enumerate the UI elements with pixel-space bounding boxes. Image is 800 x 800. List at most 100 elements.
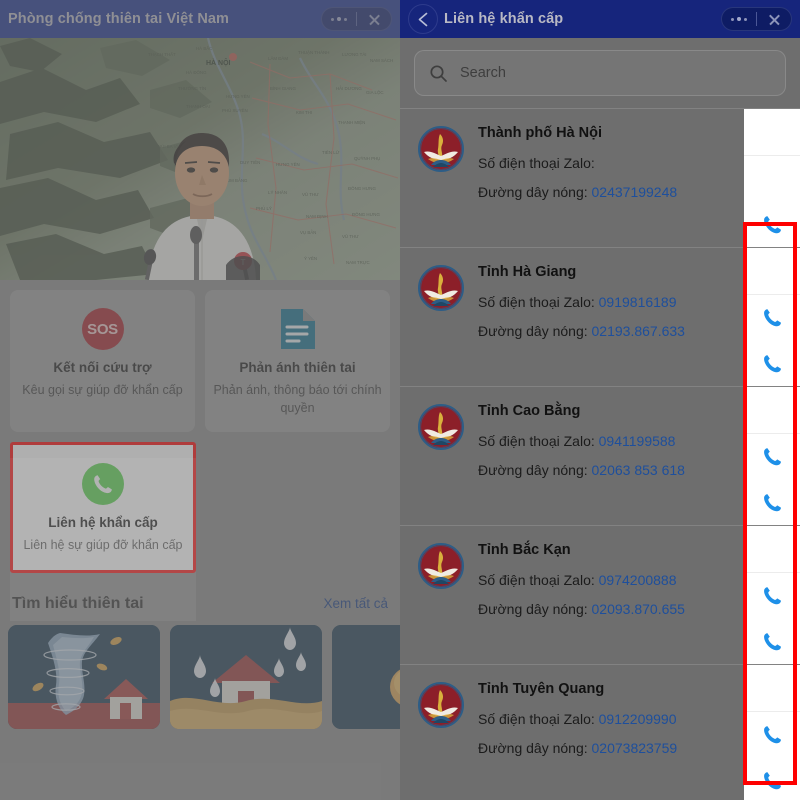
- flood-rain-house-illustration: [170, 625, 322, 730]
- call-cell-divider: [744, 711, 800, 712]
- svg-text:PHÚ XUYÊN: PHÚ XUYÊN: [222, 108, 248, 113]
- zalo-number[interactable]: 0974200888: [599, 572, 677, 588]
- search-icon: [430, 64, 447, 82]
- zalo-line: Số điện thoại Zalo: 0974200888: [478, 572, 677, 588]
- contact-name: Tỉnh Cao Bằng: [478, 403, 581, 419]
- zalo-number[interactable]: 0912209990: [599, 711, 677, 727]
- contact-row[interactable]: Tỉnh Cao Bằng Số điện thoại Zalo: 094119…: [400, 386, 800, 525]
- vietnam-disaster-authority-emblem: [418, 404, 464, 450]
- learn-thumb-third-partial[interactable]: [332, 625, 400, 730]
- more-horizontal-icon[interactable]: [722, 7, 756, 31]
- svg-text:KIM THI: KIM THI: [296, 110, 312, 115]
- phone-call-icon: [763, 632, 781, 650]
- right-window-controls: [721, 7, 792, 31]
- sos-icon: SOS: [18, 306, 187, 352]
- left-window-controls: [321, 7, 392, 31]
- hotline-number[interactable]: 02093.870.655: [592, 601, 685, 617]
- contact-row[interactable]: Tỉnh Tuyên Quang Số điện thoại Zalo: 091…: [400, 664, 800, 800]
- call-zalo-button[interactable]: [744, 433, 800, 479]
- card-title: Liên hệ khẩn cấp: [48, 514, 158, 530]
- vietnam-disaster-authority-emblem: [418, 682, 464, 728]
- contact-emblem: [418, 404, 464, 450]
- hotline-line: Đường dây nóng: 02073823759: [478, 740, 678, 756]
- hotline-number[interactable]: 02193.867.633: [592, 323, 685, 339]
- call-hotline-button[interactable]: [744, 479, 800, 525]
- phone-call-icon: [763, 493, 781, 511]
- contact-body: Tỉnh Bắc Kạn Số điện thoại Zalo: 0974200…: [400, 526, 744, 664]
- close-icon[interactable]: [757, 7, 791, 31]
- call-cell-divider: [744, 433, 800, 434]
- hotline-number[interactable]: 02063 853 618: [592, 462, 685, 478]
- hero-video-thumbnail[interactable]: HÀ NỘI THẠCH THẤT HÀ BẮC LÂM ĐÀM THUẬN THÀ…: [0, 38, 400, 280]
- svg-text:HƯNG YÊN: HƯNG YÊN: [226, 94, 250, 99]
- close-icon[interactable]: [357, 7, 391, 31]
- vietnam-disaster-authority-emblem: [418, 126, 464, 172]
- right-window-titlebar: Liên hệ khẩn cấp: [400, 0, 800, 38]
- phone-call-icon: [763, 447, 781, 465]
- zalo-line: Số điện thoại Zalo: 0941199588: [478, 433, 676, 449]
- card-subtitle: Phản ánh, thông báo tới chính quyền: [213, 383, 382, 415]
- call-hotline-button[interactable]: [744, 757, 800, 800]
- zalo-number[interactable]: 0941199588: [599, 433, 676, 449]
- svg-text:BÌNH GIANG: BÌNH GIANG: [270, 86, 296, 91]
- left-app-window: Phòng chống thiên tai Việt Nam HÀ NỘI TH…: [0, 0, 400, 800]
- hotline-number[interactable]: 02437199248: [592, 184, 678, 200]
- contact-row[interactable]: Thành phố Hà Nội Số điện thoại Zalo: Đườ…: [400, 108, 800, 247]
- contact-row[interactable]: Tỉnh Hà Giang Số điện thoại Zalo: 091981…: [400, 247, 800, 386]
- hotline-line: Đường dây nóng: 02063 853 618: [478, 462, 685, 478]
- hotline-number[interactable]: 02073823759: [592, 740, 678, 756]
- contact-row[interactable]: Tỉnh Bắc Kạn Số điện thoại Zalo: 0974200…: [400, 525, 800, 664]
- svg-text:Ý YÊN: Ý YÊN: [304, 256, 317, 261]
- call-button-column: [744, 526, 800, 664]
- learn-thumb-flood[interactable]: [170, 625, 322, 730]
- search-input[interactable]: Search: [414, 50, 786, 96]
- contact-emblem: [418, 126, 464, 172]
- svg-text:QUỲNH PHỤ: QUỲNH PHỤ: [354, 156, 380, 161]
- learn-section-title: Tìm hiểu thiên tai: [12, 595, 144, 613]
- zalo-line: Số điện thoại Zalo: 0919816189: [478, 294, 677, 310]
- svg-text:HƯNG YÊN: HƯNG YÊN: [276, 162, 300, 167]
- arrow-left-icon[interactable]: [408, 4, 438, 34]
- contact-text: Thành phố Hà Nội Số điện thoại Zalo: Đườ…: [478, 122, 744, 234]
- svg-text:VỤ BẢN: VỤ BẢN: [300, 230, 316, 235]
- left-window-title: Phòng chống thiên tai Việt Nam: [8, 11, 230, 27]
- svg-text:ĐÔNG HƯNG: ĐÔNG HƯNG: [352, 212, 380, 217]
- contact-emblem: [418, 682, 464, 728]
- contact-body: Tỉnh Hà Giang Số điện thoại Zalo: 091981…: [400, 248, 744, 386]
- call-zalo-button[interactable]: [744, 294, 800, 340]
- zalo-number[interactable]: 0919816189: [599, 294, 677, 310]
- svg-text:LƯƠNG TÀI: LƯƠNG TÀI: [342, 52, 367, 57]
- phone-call-icon: [21, 461, 185, 507]
- contact-text: Tỉnh Tuyên Quang Số điện thoại Zalo: 091…: [478, 678, 744, 790]
- see-all-link[interactable]: Xem tất cả: [323, 596, 388, 611]
- call-button-column: [744, 109, 800, 247]
- learn-section-header: Tìm hiểu thiên tai Xem tất cả: [0, 573, 400, 625]
- learn-thumb-tornado[interactable]: [8, 625, 160, 730]
- card-lien-he-khan-cap[interactable]: Liên hệ khẩn cấp Liên hệ sự giúp đỡ khẩn…: [10, 441, 196, 574]
- card-ket-noi-cuu-tro[interactable]: SOS Kết nối cứu trợ Kêu gọi sự giúp đỡ k…: [10, 290, 195, 432]
- contact-text: Tỉnh Hà Giang Số điện thoại Zalo: 091981…: [478, 261, 744, 373]
- call-hotline-button[interactable]: [744, 618, 800, 664]
- svg-text:GIA LỘC: GIA LỘC: [366, 90, 384, 95]
- contact-body: Thành phố Hà Nội Số điện thoại Zalo: Đườ…: [400, 109, 744, 247]
- call-cell-divider: [744, 572, 800, 573]
- contact-name: Thành phố Hà Nội: [478, 125, 603, 141]
- call-hotline-button[interactable]: [744, 201, 800, 247]
- svg-text:ĐÔNG HƯNG: ĐÔNG HƯNG: [348, 186, 376, 191]
- contact-emblem: [418, 543, 464, 589]
- svg-text:THƯỜNG TÍN: THƯỜNG TÍN: [178, 86, 206, 91]
- card-phan-anh-thien-tai[interactable]: Phản ánh thiên tai Phản ánh, thông báo t…: [205, 290, 390, 432]
- phone-handset-glyph: [94, 474, 112, 493]
- call-zalo-button[interactable]: [744, 572, 800, 618]
- more-horizontal-icon[interactable]: [322, 7, 356, 31]
- sos-icon-label: SOS: [81, 308, 124, 350]
- call-zalo-button[interactable]: [744, 711, 800, 757]
- screenshot-root: Phòng chống thiên tai Việt Nam HÀ NỘI TH…: [0, 0, 800, 800]
- learn-thumbnail-list: [0, 625, 400, 730]
- svg-text:HẢI DƯƠNG: HẢI DƯƠNG: [336, 86, 362, 91]
- call-hotline-button[interactable]: [744, 340, 800, 386]
- left-window-titlebar: Phòng chống thiên tai Việt Nam: [0, 0, 400, 38]
- phone-call-icon: [763, 725, 781, 743]
- call-button-column: [744, 248, 800, 386]
- svg-text:TIÊN LỮ: TIÊN LỮ: [322, 150, 340, 155]
